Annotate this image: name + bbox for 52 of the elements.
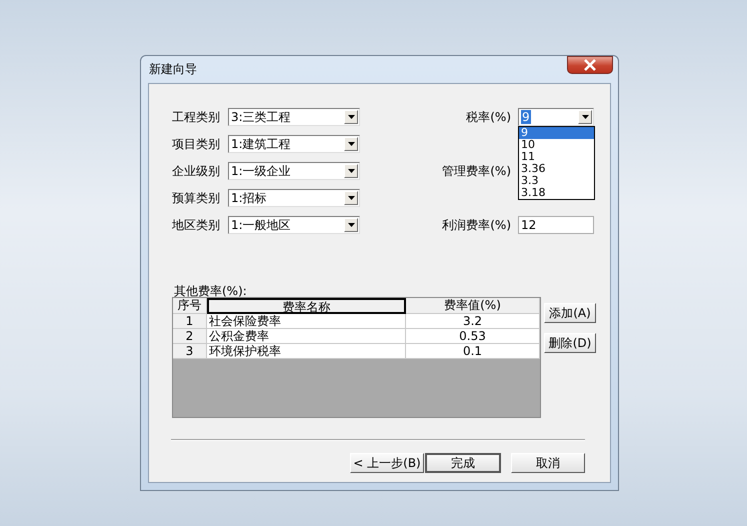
- field-label: 税率(%): [465, 108, 511, 126]
- column-header[interactable]: 序号: [173, 298, 207, 314]
- field-label: 利润费率(%): [441, 216, 511, 234]
- row-number: 3: [173, 344, 207, 359]
- dropdown-field[interactable]: 1:一般地区: [228, 216, 360, 234]
- caret-icon: [348, 142, 354, 146]
- dropdown-option[interactable]: 3.36: [519, 163, 594, 175]
- window-title: 新建向导: [149, 61, 197, 78]
- close-icon: [583, 59, 597, 71]
- column-header[interactable]: 费率值(%): [406, 298, 540, 314]
- dropdown-button[interactable]: [344, 218, 358, 232]
- caret-icon: [348, 169, 354, 173]
- dropdown-field[interactable]: 1:建筑工程: [228, 135, 360, 153]
- dropdown-button[interactable]: [344, 137, 358, 151]
- dropdown-option[interactable]: 3.18: [519, 187, 594, 199]
- dropdown-field[interactable]: 1:一级企业: [228, 162, 360, 180]
- caret-icon: [348, 115, 354, 119]
- footer-button[interactable]: < 上一步(B): [350, 453, 424, 473]
- field-label: 项目类别: [172, 136, 221, 152]
- dropdown-option[interactable]: 11: [519, 151, 594, 163]
- field-label: 管理费率(%): [441, 162, 511, 180]
- close-button[interactable]: [567, 56, 613, 74]
- field-label: 企业级别: [172, 162, 221, 180]
- dropdown-option[interactable]: 9: [519, 127, 594, 139]
- dropdown-field[interactable]: 9: [518, 108, 594, 126]
- dropdown-button[interactable]: [344, 191, 358, 205]
- table-cell: 0.53: [406, 329, 540, 344]
- action-button[interactable]: 添加(A): [544, 303, 596, 323]
- section-label: 其他费率(%):: [173, 283, 248, 297]
- dropdown-button[interactable]: [344, 164, 358, 178]
- footer-button[interactable]: 取消: [511, 453, 585, 473]
- footer-button[interactable]: 完成: [425, 453, 501, 473]
- caret-icon: [582, 115, 588, 119]
- field-label: 工程类别: [172, 108, 221, 126]
- caret-icon: [348, 223, 354, 227]
- table-cell: 社会保险费率: [207, 314, 406, 329]
- action-button[interactable]: 删除(D): [544, 333, 596, 353]
- dropdown-field[interactable]: 3:三类工程: [228, 108, 360, 126]
- caret-icon: [348, 196, 354, 200]
- dropdown-button[interactable]: [344, 110, 358, 124]
- dropdown-option[interactable]: 3.3: [519, 175, 594, 187]
- dropdown-option[interactable]: 10: [519, 139, 594, 151]
- field-label: 地区类别: [172, 216, 221, 234]
- field-label: 预算类别: [172, 190, 221, 206]
- column-header[interactable]: 费率名称: [207, 298, 406, 314]
- table-cell: 3.2: [406, 314, 540, 329]
- dropdown-field[interactable]: 1:招标: [228, 189, 360, 207]
- dropdown-button[interactable]: [578, 110, 592, 124]
- table-cell: 公积金费率: [207, 329, 406, 344]
- row-number: 2: [173, 329, 207, 344]
- input-field[interactable]: 12: [518, 216, 594, 234]
- row-number: 1: [173, 314, 207, 329]
